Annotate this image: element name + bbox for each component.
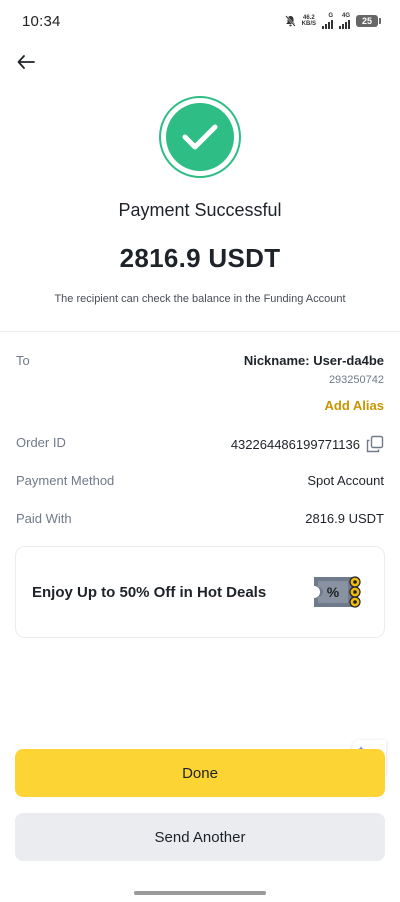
status-time: 10:34 <box>22 12 61 30</box>
recipient-nickname: Nickname: User-da4be <box>243 353 384 368</box>
home-indicator[interactable] <box>134 891 266 895</box>
page-title: Payment Successful <box>118 200 282 220</box>
arrow-left-icon <box>17 55 35 69</box>
paid-with-value: 2816.9 USDT <box>305 511 384 526</box>
mute-icon <box>284 15 296 27</box>
payment-method-value: Spot Account <box>307 473 384 488</box>
done-button[interactable]: Done <box>15 749 385 797</box>
network-speed: 46.2 KB/S <box>301 15 316 27</box>
add-alias-link[interactable]: Add Alias <box>325 398 384 413</box>
back-button[interactable] <box>12 50 40 74</box>
coupon-icon: % <box>314 576 361 608</box>
payment-method-label: Payment Method <box>16 473 115 488</box>
send-another-button[interactable]: Send Another <box>15 813 385 861</box>
hot-deals-banner[interactable]: Enjoy Up to 50% Off in Hot Deals % <box>15 546 385 638</box>
order-id-value: 432264486199771136 <box>230 436 360 452</box>
signal-bars-icon <box>322 19 333 29</box>
divider <box>0 331 400 332</box>
to-label: To <box>16 353 30 368</box>
check-icon <box>182 124 218 150</box>
paid-with-label: Paid With <box>16 511 72 526</box>
recipient-account-id: 293250742 <box>328 374 384 386</box>
order-id-label: Order ID <box>16 435 66 450</box>
order-id-row: 432264486199771136 <box>231 435 384 453</box>
payment-amount: 2816.9 USDT <box>119 243 281 273</box>
battery-icon: 25 <box>356 15 381 27</box>
signal-1: G <box>322 13 333 29</box>
check-circle-icon <box>159 96 241 178</box>
status-bar: 10:34 46.2 KB/S G 4G 25 <box>0 0 400 42</box>
svg-text:%: % <box>327 584 340 600</box>
payment-success-screen: 10:34 46.2 KB/S G 4G 25 Payment Successf… <box>0 0 400 902</box>
payment-subtitle: The recipient can check the balance in t… <box>54 293 346 305</box>
copy-icon[interactable] <box>366 435 384 453</box>
status-icons: 46.2 KB/S G 4G 25 <box>284 13 381 29</box>
signal-bars-icon <box>339 19 350 29</box>
signal-2: 4G <box>339 13 350 29</box>
promo-text: Enjoy Up to 50% Off in Hot Deals <box>32 583 267 601</box>
